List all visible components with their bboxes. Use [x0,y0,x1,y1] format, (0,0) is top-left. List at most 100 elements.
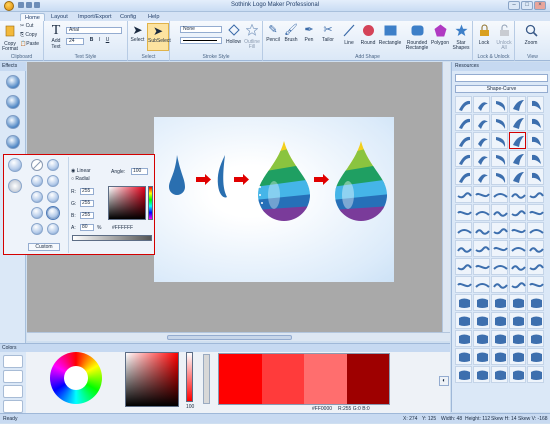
g-input[interactable]: 255 [80,200,94,207]
shape-thumbnail[interactable] [527,366,544,383]
shape-thumbnail[interactable] [455,258,472,275]
line-button[interactable]: Line [341,24,357,46]
hex-color-value[interactable]: #FF0000 [312,406,332,412]
vertical-scrollbar[interactable] [442,62,450,332]
shape-thumbnail[interactable] [473,150,490,167]
shape-thumbnail[interactable] [473,294,490,311]
shape-thumbnail[interactable] [455,276,472,293]
linear-radio[interactable]: ◉ Linear [71,168,91,174]
shape-thumbnail[interactable] [491,222,508,239]
effect-preset-3[interactable] [6,115,20,129]
shape-thumbnail[interactable] [491,348,508,365]
preset-ball-7-selected[interactable] [46,206,60,220]
shape-thumbnail[interactable] [527,348,544,365]
shape-thumbnail[interactable] [527,294,544,311]
cut-button[interactable]: ✂ Cut [20,23,42,30]
round-button[interactable]: Round [359,24,377,46]
shape-thumbnail[interactable] [527,96,544,113]
shape-thumbnail[interactable] [527,312,544,329]
drop-shape-1[interactable] [169,155,185,195]
preset-ball-2[interactable] [31,175,43,187]
polygon-button[interactable]: Polygon [430,24,450,46]
star-shapes-button[interactable]: Star Shapes [451,24,471,52]
shape-thumbnail[interactable] [455,150,472,167]
preset-ball-4[interactable] [31,191,43,203]
effect-preset-2[interactable] [6,95,20,109]
color-mode-3[interactable] [3,385,23,398]
rounded-rectangle-button[interactable]: Rounded Rectangle [404,24,430,52]
selection-handle[interactable] [259,194,261,196]
collapse-panel-button[interactable]: ◐ [439,376,449,386]
a-input[interactable]: 80 [80,224,94,231]
shape-thumbnail[interactable] [473,276,490,293]
pen-button[interactable]: ✒ Pen [301,24,317,44]
shape-thumbnail[interactable] [455,204,472,221]
shape-thumbnail[interactable] [509,312,526,329]
shape-thumbnail[interactable] [509,240,526,257]
color-mode-4[interactable] [3,400,23,413]
pencil-button[interactable]: ✎ Pencil [265,24,281,44]
fill-type-text[interactable] [8,179,22,193]
shape-thumbnail[interactable] [473,222,490,239]
shape-thumbnail[interactable] [527,222,544,239]
hue-slider[interactable] [186,352,193,402]
shape-thumbnail[interactable] [527,330,544,347]
font-name-combo[interactable]: Arial [66,27,122,34]
shape-thumbnail[interactable] [455,132,472,149]
alpha-slider[interactable] [203,354,210,404]
drop-shape-2[interactable] [217,155,227,198]
preset-ball-1[interactable] [47,159,59,171]
shape-thumbnail[interactable] [455,294,472,311]
horizontal-scrollbar[interactable] [27,332,450,341]
shape-thumbnail[interactable] [491,168,508,185]
hollow-button[interactable]: Hollow [225,24,242,45]
bold-button[interactable]: B [88,37,95,44]
shape-thumbnail[interactable] [491,96,508,113]
fill-color-picker[interactable] [108,186,146,220]
shape-thumbnail[interactable] [473,96,490,113]
shape-thumbnail[interactable] [527,240,544,257]
design-canvas[interactable] [154,117,394,282]
shape-thumbnail[interactable] [491,186,508,203]
r-input[interactable]: 255 [80,188,94,195]
shape-thumbnail[interactable] [527,150,544,167]
shape-thumbnail[interactable] [473,366,490,383]
palette-swatch[interactable] [261,354,304,404]
horizontal-scroll-thumb[interactable] [167,335,292,340]
shape-thumbnail[interactable] [473,258,490,275]
no-fill-button[interactable] [31,159,43,171]
effect-preset-4[interactable] [6,135,20,149]
shape-thumbnail[interactable] [455,186,472,203]
shape-thumbnail[interactable] [509,204,526,221]
shape-thumbnail[interactable] [509,186,526,203]
shape-thumbnail[interactable] [527,114,544,131]
shape-thumbnail[interactable] [491,366,508,383]
rectangle-button[interactable]: Rectangle [378,24,402,46]
add-text-button[interactable]: T Add Text [48,24,64,50]
preset-ball-6[interactable] [31,207,43,219]
color-wheel[interactable] [50,352,102,404]
resources-search-input[interactable] [455,74,548,82]
shape-thumbnail[interactable] [473,240,490,257]
preset-ball-9[interactable] [47,223,59,235]
shape-thumbnail[interactable] [491,240,508,257]
shape-thumbnail[interactable] [509,258,526,275]
color-mode-1[interactable] [3,355,23,368]
shape-thumbnail[interactable] [509,132,526,149]
shape-thumbnail[interactable] [491,330,508,347]
radial-radio[interactable]: ○ Radial [71,176,90,182]
shape-thumbnail[interactable] [473,132,490,149]
copy-format-button[interactable]: Copy Format [2,24,18,53]
shape-thumbnail[interactable] [473,348,490,365]
preset-ball-3[interactable] [47,175,59,187]
shape-thumbnail[interactable] [473,330,490,347]
preset-ball-5[interactable] [47,191,59,203]
fill-type-solid[interactable] [8,158,22,172]
shape-thumbnail[interactable] [491,132,508,149]
shape-thumbnail[interactable] [527,186,544,203]
shape-thumbnail[interactable] [473,168,490,185]
stroke-style-combo[interactable]: None [180,26,222,33]
shape-thumbnail[interactable] [509,294,526,311]
shape-thumbnail[interactable] [491,150,508,167]
palette-swatch[interactable] [219,354,262,404]
